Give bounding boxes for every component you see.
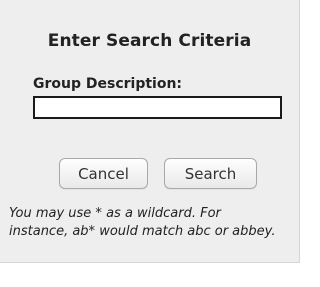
group-description-label: Group Description: — [33, 76, 183, 92]
wildcard-help-text: You may use * as a wildcard. For instanc… — [9, 206, 276, 239]
search-button[interactable]: Search — [164, 158, 257, 189]
search-criteria-dialog: Enter Search Criteria Group Description:… — [0, 0, 300, 263]
group-description-input[interactable] — [33, 96, 282, 119]
cancel-button[interactable]: Cancel — [59, 158, 148, 189]
dialog-title: Enter Search Criteria — [47, 31, 252, 51]
